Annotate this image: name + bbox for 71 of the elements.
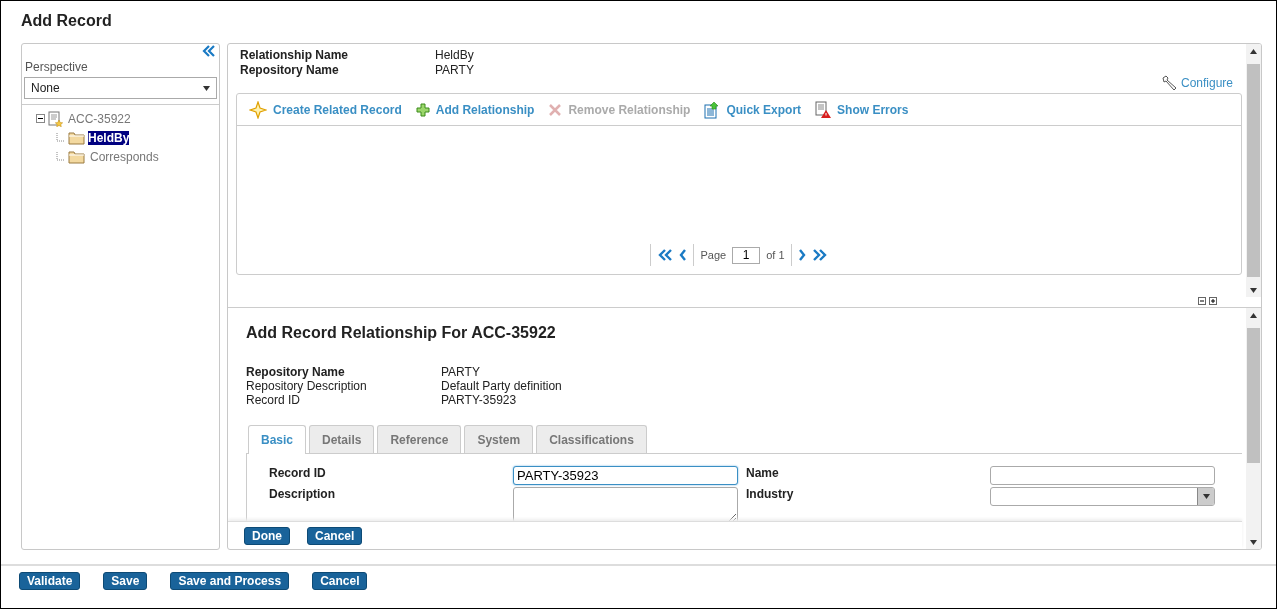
field-value: PARTY [435, 63, 475, 77]
collapse-left-icon[interactable] [202, 45, 216, 57]
scrollbar[interactable] [1246, 308, 1261, 549]
info-value: PARTY-35923 [441, 393, 518, 407]
sparkle-icon [249, 100, 267, 119]
dropdown-arrow-icon[interactable] [1202, 494, 1210, 499]
tree-item[interactable]: HeldBy [88, 130, 130, 145]
collapse-toggle-icon[interactable] [36, 114, 45, 123]
toolbar-button[interactable]: Create Related Record [249, 100, 402, 119]
minimize-icon[interactable] [1198, 297, 1206, 305]
folder-icon [68, 149, 85, 164]
export-icon [704, 100, 721, 119]
tab[interactable]: Basic [248, 425, 307, 454]
text-field[interactable]: PARTY-35923 [513, 466, 738, 485]
perspective-dropdown[interactable]: None [24, 77, 217, 99]
info-label: Repository Name [246, 365, 346, 379]
toolbar-button[interactable]: Add Relationship [415, 102, 535, 117]
field-label: Record ID [269, 466, 327, 482]
footer-button[interactable]: Save [103, 572, 148, 590]
tree-connector-icon [56, 151, 65, 162]
field-label: Description [269, 487, 336, 503]
next-page-button[interactable] [797, 249, 806, 261]
window-title: Add Record [20, 11, 113, 31]
scrollbar[interactable] [1246, 44, 1261, 297]
scroll-up-icon[interactable] [1250, 312, 1257, 318]
toolbar-button[interactable]: Quick Export [704, 100, 802, 119]
info-value: Default Party definition [441, 379, 563, 393]
maximize-icon[interactable] [1209, 297, 1217, 305]
field-label: Relationship Name [239, 48, 350, 62]
first-page-button[interactable] [657, 249, 674, 261]
tab[interactable]: System [464, 425, 534, 453]
info-value: PARTY [441, 365, 481, 379]
page-label: Page [700, 249, 727, 261]
last-page-button[interactable] [811, 249, 828, 261]
form-title: Add Record Relationship For ACC-35922 [246, 324, 557, 342]
tab[interactable]: Classifications [536, 425, 647, 453]
action-button[interactable]: Cancel [307, 527, 363, 545]
tab[interactable]: Details [309, 425, 375, 453]
dropdown-arrow-icon[interactable] [203, 85, 210, 91]
wrench-icon [1160, 75, 1179, 91]
tree-connector-icon [56, 132, 65, 143]
text-field[interactable] [990, 466, 1215, 485]
textarea-field[interactable] [513, 487, 738, 521]
folder-icon [68, 130, 85, 145]
scroll-down-icon[interactable] [1250, 287, 1257, 293]
page-count: of 1 [766, 249, 785, 261]
x-icon [548, 102, 563, 117]
footer-button[interactable]: Cancel [312, 572, 368, 590]
perspective-label: Perspective [25, 60, 89, 74]
error-document-icon [815, 100, 832, 119]
field-label: Repository Name [239, 63, 340, 77]
footer-button[interactable]: Validate [19, 572, 81, 590]
footer-button[interactable]: Save and Process [170, 572, 290, 590]
page-number-field[interactable]: 1 [732, 246, 761, 264]
info-label: Record ID [246, 393, 302, 407]
tab[interactable]: Reference [377, 425, 462, 453]
info-label: Repository Description [246, 379, 368, 393]
previous-page-button[interactable] [679, 249, 688, 261]
configure-link[interactable]: Configure [1180, 76, 1233, 90]
field-label: Industry [746, 487, 795, 503]
plus-icon [415, 102, 430, 117]
tree-item[interactable]: ACC-35922 [66, 110, 133, 127]
dropdown-field[interactable] [990, 487, 1215, 506]
toolbar-button[interactable]: Show Errors [815, 100, 909, 119]
action-button[interactable]: Done [244, 527, 290, 545]
field-label: Name [746, 466, 780, 482]
tree-item[interactable]: Corresponds [88, 148, 161, 165]
scroll-up-icon[interactable] [1250, 48, 1257, 54]
scroll-down-icon[interactable] [1250, 539, 1257, 545]
document-icon [48, 110, 63, 127]
field-value: HeldBy [435, 48, 475, 62]
